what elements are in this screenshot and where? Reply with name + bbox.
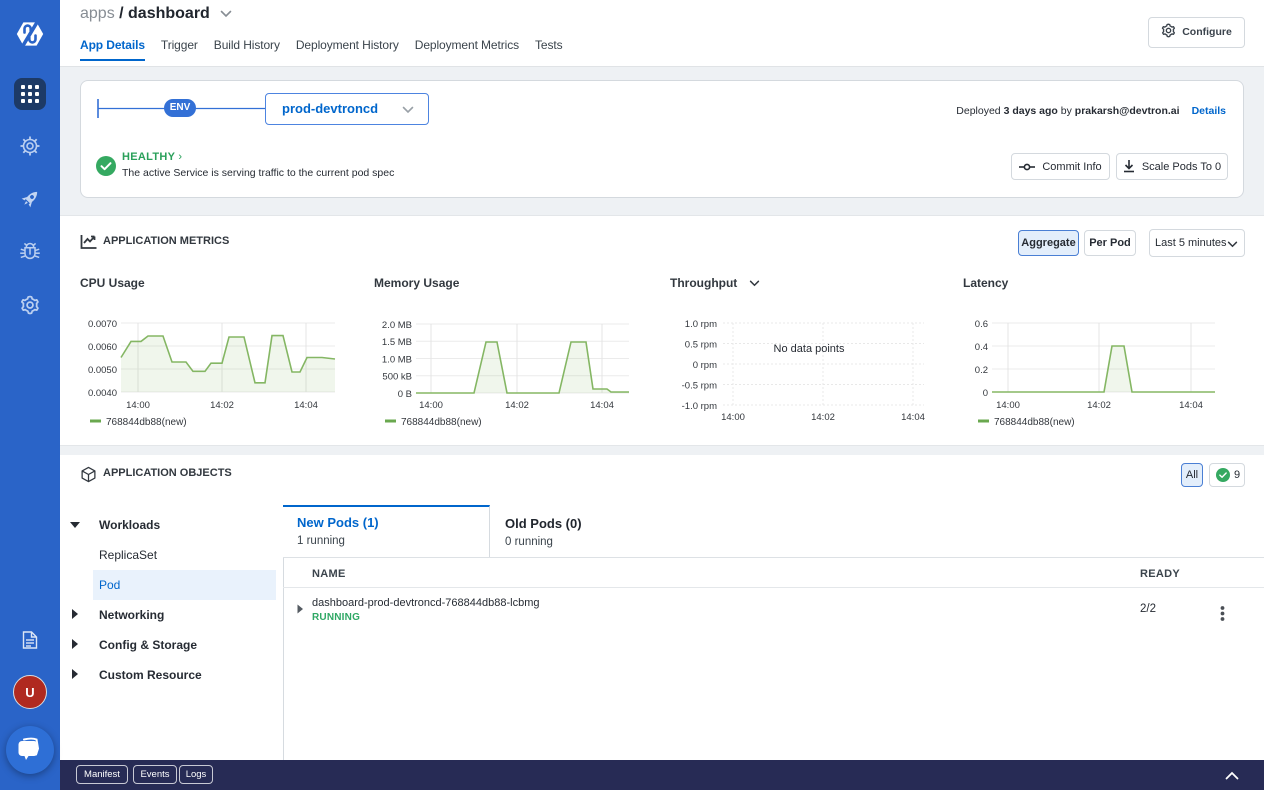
svg-text:0.6: 0.6 xyxy=(975,319,988,330)
svg-text:0.2: 0.2 xyxy=(975,365,988,376)
svg-text:0: 0 xyxy=(983,388,988,399)
svg-text:14:00: 14:00 xyxy=(126,400,150,411)
svg-text:No data points: No data points xyxy=(774,343,845,355)
svg-text:768844db88(new): 768844db88(new) xyxy=(994,417,1075,428)
svg-text:14:00: 14:00 xyxy=(996,400,1020,411)
svg-text:-0.5 rpm: -0.5 rpm xyxy=(682,381,717,392)
svg-text:0.4: 0.4 xyxy=(975,342,988,353)
svg-text:1.0 rpm: 1.0 rpm xyxy=(685,319,717,330)
svg-text:14:04: 14:04 xyxy=(590,400,614,411)
svg-text:14:00: 14:00 xyxy=(419,400,443,411)
svg-text:-1.0 rpm: -1.0 rpm xyxy=(682,401,717,412)
svg-text:0.0050: 0.0050 xyxy=(88,365,117,376)
svg-text:768844db88(new): 768844db88(new) xyxy=(401,417,482,428)
svg-text:14:04: 14:04 xyxy=(901,412,925,423)
svg-text:1.0 MB: 1.0 MB xyxy=(382,355,412,366)
svg-text:14:02: 14:02 xyxy=(505,400,529,411)
svg-text:14:02: 14:02 xyxy=(210,400,234,411)
svg-text:14:00: 14:00 xyxy=(721,412,745,423)
svg-text:500 kB: 500 kB xyxy=(382,372,412,383)
svg-text:14:02: 14:02 xyxy=(811,412,835,423)
svg-text:768844db88(new): 768844db88(new) xyxy=(106,417,187,428)
svg-text:14:04: 14:04 xyxy=(294,400,318,411)
svg-text:0.0060: 0.0060 xyxy=(88,342,117,353)
svg-text:0.0040: 0.0040 xyxy=(88,388,117,399)
svg-text:1.5 MB: 1.5 MB xyxy=(382,337,412,348)
svg-text:2.0 MB: 2.0 MB xyxy=(382,320,412,331)
svg-text:0.0070: 0.0070 xyxy=(88,319,117,330)
svg-text:0.5 rpm: 0.5 rpm xyxy=(685,340,717,351)
svg-text:0 rpm: 0 rpm xyxy=(693,360,717,371)
svg-text:14:04: 14:04 xyxy=(1179,400,1203,411)
svg-text:14:02: 14:02 xyxy=(1087,400,1111,411)
svg-text:0 B: 0 B xyxy=(398,389,412,400)
